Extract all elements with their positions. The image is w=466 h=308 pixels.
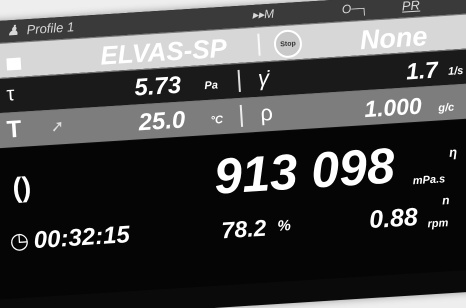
torque-value: 78.2 [220, 214, 268, 244]
density-symbol: ρ [259, 99, 274, 126]
profile-icon: ♟ [6, 21, 20, 39]
timer-icon: ◷ [9, 227, 30, 254]
shear-stress-unit: Pa [204, 79, 219, 93]
temperature-symbol: T [5, 115, 23, 144]
speed-unit: rpm [427, 217, 449, 231]
viscosity-symbol: η [448, 144, 458, 160]
speed-symbol: n [441, 193, 450, 208]
viscosity-value: 913 098 [212, 137, 397, 205]
key-icon: O─┐ [341, 0, 369, 17]
separator [239, 104, 244, 127]
stop-button[interactable]: Stop [273, 28, 303, 59]
shear-rate-unit: 1/s [447, 64, 464, 78]
viscosity-unit: mPa.s [412, 173, 446, 188]
speed-value: 0.88 [368, 203, 419, 235]
shear-stress-value: 5.73 [133, 71, 182, 102]
shear-rate-value: 1.7 [405, 56, 439, 85]
photo-scene: ♟ Profile 1 ▸▸M O─┐ PR ▄ ELVAS-SP Stop N… [0, 0, 466, 308]
density-value: 1.000 [363, 92, 423, 123]
main-reading: () 913 098 mPa.s η ◷ 00:32:15 78.2 % 0.8… [0, 117, 466, 300]
torque-unit: % [276, 217, 292, 235]
spindle-icon: ▄ [5, 46, 22, 70]
pr-label: PR [401, 0, 421, 14]
temperature-value: 25.0 [137, 106, 187, 137]
rotation-icon: () [11, 171, 33, 204]
tau-symbol: τ [5, 83, 16, 106]
separator [237, 69, 241, 93]
viscometer-display: ♟ Profile 1 ▸▸M O─┐ PR ▄ ELVAS-SP Stop N… [0, 0, 466, 308]
mode-indicator: ▸▸M [251, 6, 275, 23]
profile-label: Profile 1 [26, 19, 75, 38]
temperature-ramp-icon: ➚ [50, 118, 65, 136]
separator [257, 33, 261, 56]
elapsed-time: 00:32:15 [32, 221, 131, 255]
shear-rate-symbol: γ̇ [257, 65, 270, 91]
temperature-unit: °C [210, 114, 224, 127]
density-unit: g/c [437, 101, 455, 115]
